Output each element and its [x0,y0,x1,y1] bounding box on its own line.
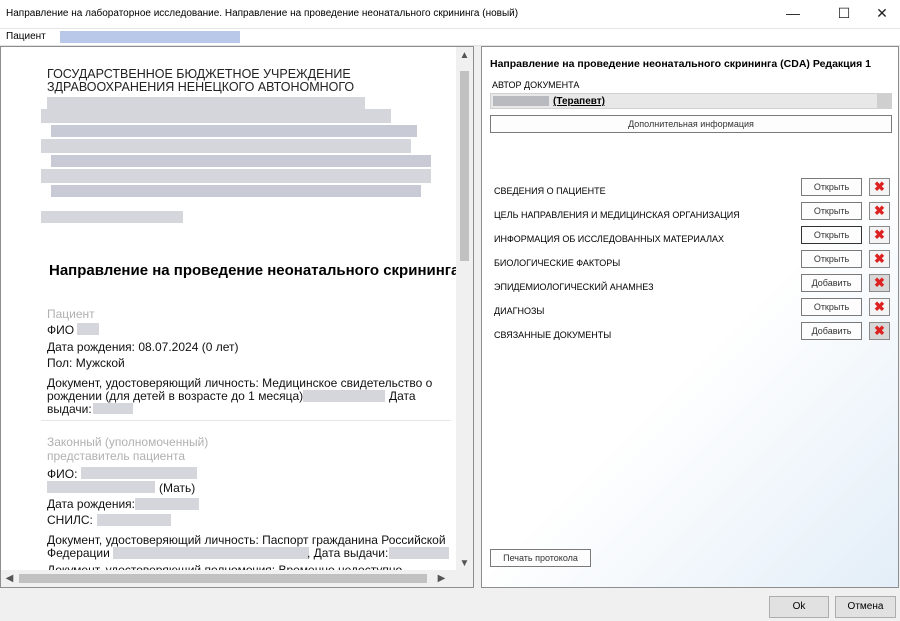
author-field-end [877,94,891,108]
redacted-text [113,547,309,559]
section-label-biological-factors: БИОЛОГИЧЕСКИЕ ФАКТОРЫ [494,258,621,268]
panel-title: Направление на проведение неонатального … [490,58,871,70]
redacted-text [77,323,99,335]
section-label-materials-info: ИНФОРМАЦИЯ ОБ ИССЛЕДОВАННЫХ МАТЕРИАЛАХ [494,234,724,244]
patient-name-redacted [60,31,240,43]
section-label-diagnoses: ДИАГНОЗЫ [494,306,545,316]
organization-name: ГОСУДАРСТВЕННОЕ БЮДЖЕТНОЕ УЧРЕЖДЕНИЕ ЗДР… [47,68,354,94]
document-heading: Направление на проведение неонатального … [49,262,457,279]
delete-biological-factors-icon[interactable]: ✖ [869,250,890,268]
rep-id-doc-line-1: Документ, удостоверяющий личность: Паспо… [47,533,446,547]
menu-patient[interactable]: Пациент [6,31,46,42]
rep-section-line-2: представитель пациента [47,449,186,463]
section-label-related-documents: СВЯЗАННЫЕ ДОКУМЕНТЫ [494,330,612,340]
author-label: АВТОР ДОКУМЕНТА [492,80,580,90]
delete-patient-info-icon[interactable]: ✖ [869,178,890,196]
redacted-text [81,467,197,479]
patient-id-doc-line-2: рождении (для детей в возрасте до 1 меся… [47,389,304,403]
redacted-text [51,125,417,137]
author-field[interactable]: (Терапевт) [490,93,892,109]
section-label-referral-purpose: ЦЕЛЬ НАПРАВЛЕНИЯ И МЕДИЦИНСКАЯ ОРГАНИЗАЦ… [494,210,740,220]
redacted-text [41,139,411,153]
open-biological-factors-button[interactable]: Открыть [801,250,862,268]
additional-info-button[interactable]: Дополнительная информация [490,115,892,133]
delete-materials-info-icon[interactable]: ✖ [869,226,890,244]
add-related-documents-button[interactable]: Добавить [801,322,862,340]
scroll-up-icon[interactable]: ▲ [456,47,473,64]
section-label-patient: Пациент [47,307,95,321]
patient-birth-date: Дата рождения: 08.07.2024 (0 лет) [47,340,239,354]
delete-diagnoses-icon[interactable]: ✖ [869,298,890,316]
rep-id-doc-date-label: , Дата выдачи: [307,546,389,560]
open-materials-info-button[interactable]: Открыть [801,226,862,244]
delete-referral-purpose-icon[interactable]: ✖ [869,202,890,220]
maximize-button[interactable]: ☐ [823,0,865,28]
window-titlebar: Направление на лабораторное исследование… [0,0,900,29]
redacted-text [41,211,183,223]
patient-id-doc-line-1: Документ, удостоверяющий личность: Медиц… [47,376,433,390]
document-structure-panel: Направление на проведение неонатального … [481,46,899,588]
section-label-representative: Законный (уполномоченный) представитель … [47,435,208,463]
patient-id-doc-date-label: Дата [389,389,416,403]
author-name-redacted [493,96,549,106]
document-preview-panel[interactable]: ГОСУДАРСТВЕННОЕ БЮДЖЕТНОЕ УЧРЕЖДЕНИЕ ЗДР… [0,46,474,588]
redacted-text [389,547,449,559]
rep-id-doc-line-2: Федерации [47,546,110,560]
redacted-text [51,155,431,167]
menu-bar: Пациент [0,29,900,46]
patient-sex: Пол: Мужской [47,356,125,370]
rep-relation: (Мать) [159,481,196,495]
section-label-patient-info: СВЕДЕНИЯ О ПАЦИЕНТЕ [494,186,606,196]
redacted-text [41,109,391,123]
redacted-text [97,514,171,526]
rep-snils-label: СНИЛС: [47,513,93,527]
patient-fio-label: ФИО [47,323,75,337]
open-referral-purpose-button[interactable]: Открыть [801,202,862,220]
divider [41,420,451,421]
redacted-text [93,403,133,414]
section-label-epidemiological-history: ЭПИДЕМИОЛОГИЧЕСКИЙ АНАМНЕЗ [494,282,654,292]
close-button[interactable]: ✕ [861,0,900,28]
horizontal-scrollbar[interactable]: ◀ ▶ [1,570,473,587]
patient-id-doc-line-3: выдачи: [47,402,92,416]
add-epidemiological-history-button[interactable]: Добавить [801,274,862,292]
vertical-scrollbar[interactable]: ▲ ▼ [456,47,473,572]
redacted-text [51,185,421,197]
rep-fio-label: ФИО: [47,467,78,481]
rep-birth-label: Дата рождения: [47,497,135,511]
redacted-text [135,498,199,510]
print-protocol-button[interactable]: Печать протокола [490,549,591,567]
vertical-scroll-thumb[interactable] [460,71,469,261]
delete-related-documents-icon[interactable]: ✖ [869,322,890,340]
window-title: Направление на лабораторное исследование… [6,8,519,19]
open-patient-info-button[interactable]: Открыть [801,178,862,196]
minimize-button[interactable]: — [772,0,814,28]
redacted-text [303,390,385,402]
redacted-text [47,97,365,109]
cancel-button[interactable]: Отмена [835,596,896,618]
horizontal-scroll-thumb[interactable] [19,574,427,583]
open-diagnoses-button[interactable]: Открыть [801,298,862,316]
document-content: ГОСУДАРСТВЕННОЕ БЮДЖЕТНОЕ УЧРЕЖДЕНИЕ ЗДР… [1,47,457,572]
redacted-text [47,481,155,493]
author-role-link[interactable]: (Терапевт) [553,96,605,107]
ok-button[interactable]: Ok [769,596,829,618]
rep-section-line-1: Законный (уполномоченный) [47,435,209,449]
scroll-right-icon[interactable]: ▶ [433,570,450,587]
scroll-left-icon[interactable]: ◀ [1,570,18,587]
delete-epidemiological-history-icon[interactable]: ✖ [869,274,890,292]
redacted-text [41,169,431,183]
org-line-2: ЗДРАВООХРАНЕНИЯ НЕНЕЦКОГО АВТОНОМНОГО [47,80,355,94]
